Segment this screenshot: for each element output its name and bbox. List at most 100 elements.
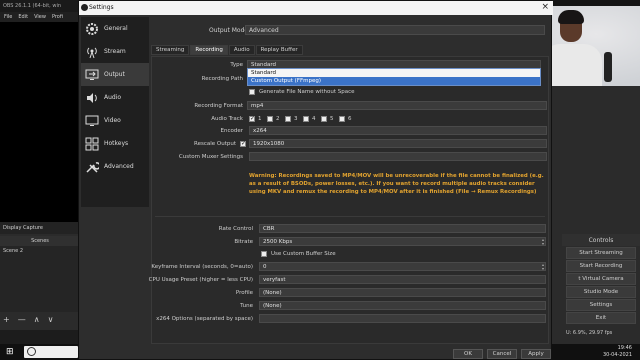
audio-track-6-label: 6 (348, 116, 352, 122)
tab-replay-buffer[interactable]: Replay Buffer (255, 45, 303, 55)
move-up-button[interactable]: ∧ (34, 315, 40, 325)
gear-icon (84, 21, 99, 36)
obs-menubar: File Edit View Profi (0, 12, 80, 22)
profile-select[interactable]: (None) (259, 288, 546, 297)
audio-track-2-label: 2 (276, 116, 280, 122)
encoder-select[interactable]: x264 (249, 126, 547, 135)
tab-audio[interactable]: Audio (228, 45, 255, 55)
audio-track-2-checkbox[interactable] (267, 116, 273, 122)
nav-output[interactable]: Output (81, 63, 149, 86)
type-option-custom-ffmpeg[interactable]: Custom Output (FFmpeg) (248, 77, 540, 85)
dialog-titlebar: Settings × (79, 1, 553, 15)
mp4-warning-text: Warning: Recordings saved to MP4/MOV wil… (249, 173, 544, 195)
cpu-preset-label: CPU Usage Preset (higher = less CPU) (148, 277, 253, 283)
display-capture-label: Display Capture (0, 222, 80, 234)
nav-advanced[interactable]: Advanced (81, 155, 149, 178)
nav-stream[interactable]: Stream (81, 40, 149, 63)
remove-scene-button[interactable]: — (18, 315, 26, 325)
keyboard-icon (84, 136, 99, 151)
ok-button[interactable]: OK (453, 349, 483, 359)
obs-title: OBS 26.1.1 (64-bit, win (0, 0, 80, 12)
nav-hotkeys[interactable]: Hotkeys (81, 132, 149, 155)
move-down-button[interactable]: ∨ (48, 315, 54, 325)
audio-track-1-checkbox[interactable] (249, 115, 255, 122)
tab-streaming[interactable]: Streaming (151, 45, 190, 55)
controls-header: Controls (562, 234, 640, 246)
settings-button[interactable]: Settings (566, 299, 636, 311)
nav-audio[interactable]: Audio (81, 86, 149, 109)
add-scene-button[interactable]: + (3, 315, 10, 325)
bitrate-spinner-icon[interactable]: ▴ ▾ (542, 238, 544, 245)
start-recording-button[interactable]: Start Recording (566, 260, 636, 272)
type-option-standard[interactable]: Standard (248, 69, 540, 77)
recording-path-label: Recording Path (201, 76, 243, 82)
custom-muxer-label: Custom Muxer Settings (178, 154, 243, 160)
audio-track-5-label: 5 (330, 116, 334, 122)
microphone (604, 52, 612, 82)
recording-format-select[interactable]: mp4 (247, 101, 547, 110)
audio-track-6-checkbox[interactable] (339, 116, 345, 122)
scene-item[interactable]: Scene 2 (0, 246, 80, 256)
cancel-button[interactable]: Cancel (487, 349, 517, 359)
audio-track-3-checkbox[interactable] (285, 116, 291, 122)
audio-track-4-checkbox[interactable] (303, 116, 309, 122)
generate-filename-label: Generate File Name without Space (259, 89, 355, 95)
rescale-output-checkbox[interactable] (240, 140, 246, 147)
settings-dialog: Settings × General Stream Output Audio V… (78, 0, 553, 360)
custom-buffer-label: Use Custom Buffer Size (271, 251, 336, 257)
bitrate-label: Bitrate (234, 239, 253, 245)
rescale-resolution-select[interactable]: 1920x1080 (249, 139, 547, 148)
audio-track-3-label: 3 (294, 116, 298, 122)
display-icon (84, 113, 99, 128)
audio-track-5-checkbox[interactable] (321, 116, 327, 122)
windows-start-icon[interactable]: ⊞ (6, 347, 16, 357)
menu-file[interactable]: File (4, 14, 12, 20)
taskbar-clock[interactable]: 19:46 30-04-2021 (603, 345, 632, 359)
obs-status-area (0, 330, 80, 344)
keyframe-spinner-icon[interactable]: ▴ ▾ (542, 263, 544, 270)
recording-format-label: Recording Format (194, 103, 243, 109)
generate-filename-checkbox[interactable] (249, 89, 255, 95)
tune-select[interactable]: (None) (259, 301, 546, 310)
type-dropdown-list: Standard Custom Output (FFmpeg) (247, 68, 541, 86)
apply-button[interactable]: Apply (521, 349, 551, 359)
type-label: Type (230, 62, 243, 68)
taskbar-search-box[interactable] (24, 346, 78, 358)
menu-profile[interactable]: Profi (52, 14, 63, 20)
close-icon[interactable]: × (541, 2, 549, 12)
keyframe-interval-input[interactable]: 0 ▴ ▾ (259, 262, 546, 271)
nav-video[interactable]: Video (81, 109, 149, 132)
menu-edit[interactable]: Edit (18, 14, 28, 20)
exit-button[interactable]: Exit (566, 312, 636, 324)
monitor-output-icon (84, 67, 99, 82)
output-mode-label: Output Mode (209, 27, 249, 34)
bitrate-input[interactable]: 2500 Kbps ▴ ▾ (259, 237, 546, 246)
custom-buffer-checkbox[interactable] (261, 251, 267, 257)
custom-muxer-input[interactable] (249, 152, 547, 161)
section-divider (155, 216, 545, 217)
search-icon (27, 347, 36, 356)
rate-control-label: Rate Control (218, 226, 253, 232)
obs-stats: U: 6.9%, 29.97 fps (566, 330, 613, 336)
antenna-icon (84, 44, 99, 59)
menu-view[interactable]: View (34, 14, 46, 20)
controls-dock: Controls Start Streaming Start Recording… (562, 234, 640, 330)
obs-logo-icon (81, 4, 88, 11)
nav-general[interactable]: General (81, 17, 149, 40)
start-streaming-button[interactable]: Start Streaming (566, 247, 636, 259)
output-tabs: Streaming Recording Audio Replay Buffer (151, 45, 303, 55)
dialog-title: Settings (89, 4, 114, 11)
virtual-camera-button[interactable]: t Virtual Camera (566, 273, 636, 285)
audio-track-4-label: 4 (312, 116, 316, 122)
clock-time: 19:46 (617, 345, 632, 351)
x264-options-input[interactable] (259, 314, 546, 323)
cpu-preset-select[interactable]: veryfast (259, 275, 546, 284)
tab-recording[interactable]: Recording (190, 45, 228, 55)
scenes-header: Scenes (0, 236, 80, 246)
settings-nav: General Stream Output Audio Video Hotkey… (81, 17, 149, 207)
rescale-output-label: Rescale Output (194, 141, 236, 147)
studio-mode-button[interactable]: Studio Mode (566, 286, 636, 298)
rate-control-select[interactable]: CBR (259, 224, 546, 233)
output-mode-select[interactable]: Advanced (245, 25, 545, 35)
dialog-buttons: OK Cancel Apply (453, 349, 551, 359)
